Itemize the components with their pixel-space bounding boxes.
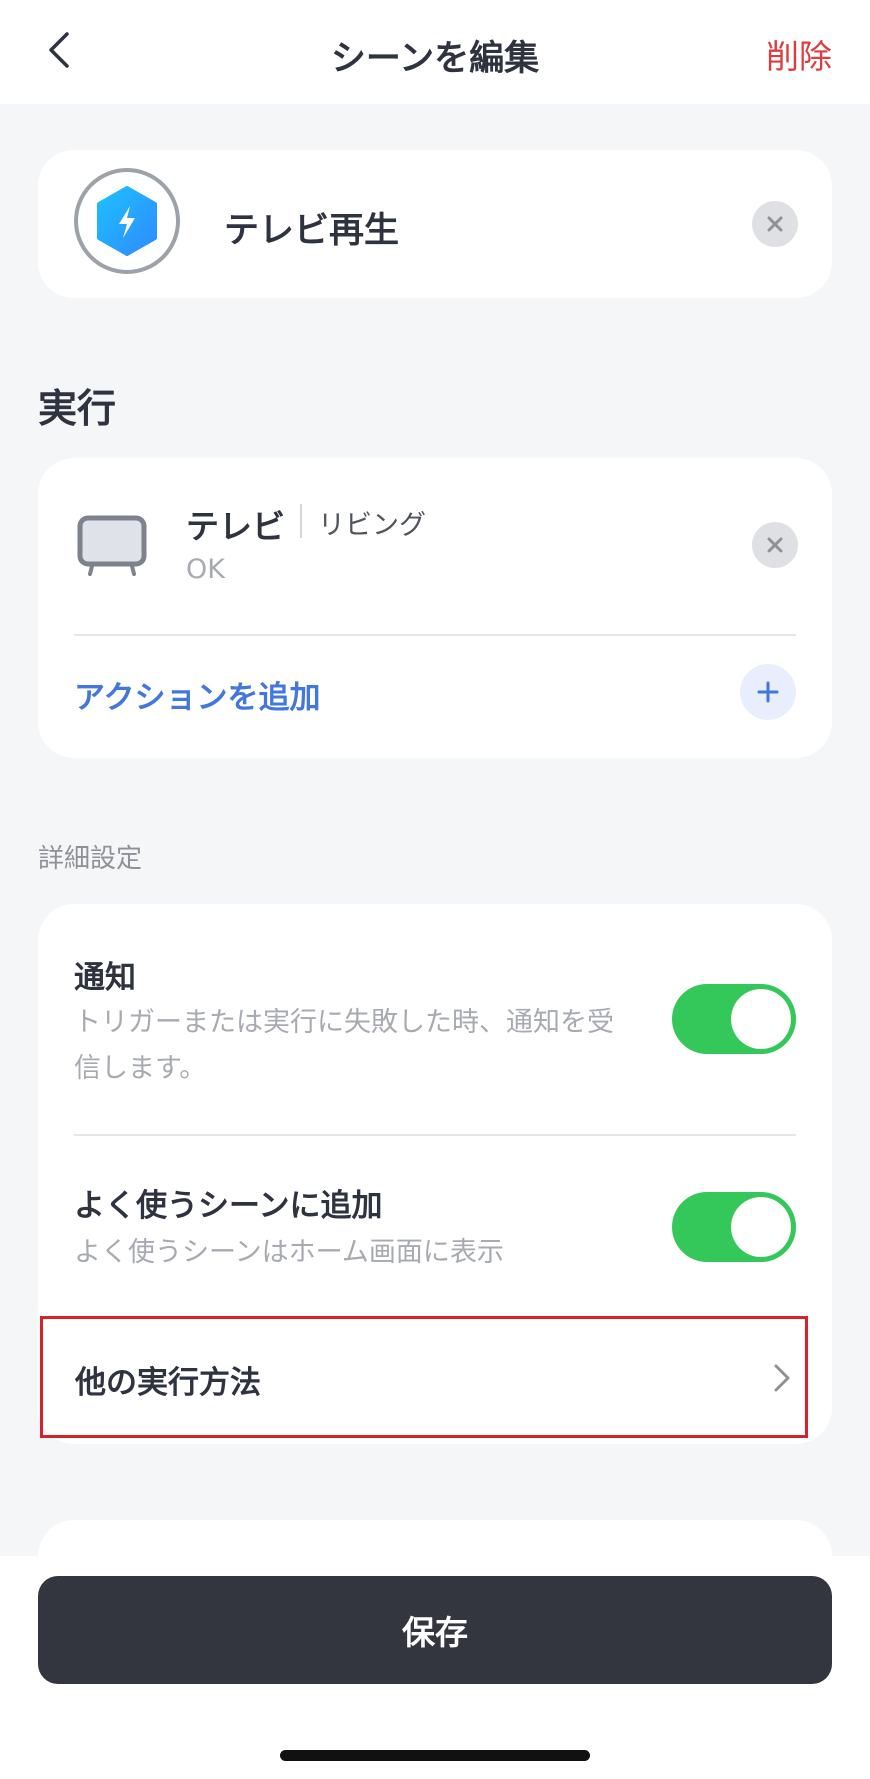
separator bbox=[300, 504, 302, 538]
clear-scene-name-button[interactable] bbox=[752, 201, 798, 247]
advanced-settings-label: 詳細設定 bbox=[38, 844, 143, 874]
favorites-description: よく使うシーンはホーム画面に表示 bbox=[74, 1237, 504, 1268]
action-room-name: リビング bbox=[318, 510, 426, 541]
add-action-link[interactable]: アクションを追加 bbox=[74, 672, 320, 717]
home-indicator bbox=[280, 1750, 590, 1761]
action-item[interactable] bbox=[76, 514, 148, 578]
action-state: OK bbox=[186, 554, 225, 585]
scene-name[interactable]: テレビ再生 bbox=[224, 202, 399, 253]
chevron-right-icon bbox=[774, 1364, 790, 1392]
page-title: シーンを編集 bbox=[330, 39, 540, 79]
close-icon bbox=[767, 537, 783, 553]
delete-button[interactable]: 削除 bbox=[766, 30, 832, 78]
action-device-name: テレビ bbox=[186, 507, 285, 546]
advanced-settings-card: 通知 トリガーまたは実行に失敗した時、通知を受信します。 よく使うシーンに追加 … bbox=[38, 904, 832, 1444]
top-bar: シーンを編集 削除 bbox=[0, 0, 870, 104]
notification-title: 通知 bbox=[74, 960, 136, 996]
notification-toggle[interactable] bbox=[672, 984, 796, 1054]
favorites-title: よく使うシーンに追加 bbox=[74, 1188, 383, 1224]
add-action-button[interactable] bbox=[740, 664, 796, 720]
divider bbox=[74, 1134, 796, 1136]
execution-section-title: 実行 bbox=[38, 387, 117, 432]
tv-icon bbox=[77, 515, 147, 576]
scene-card: テレビ再生 bbox=[38, 150, 832, 298]
remove-action-button[interactable] bbox=[752, 522, 798, 568]
bottom-bar: 保存 bbox=[0, 1556, 870, 1779]
lightning-hexagon-icon bbox=[97, 186, 157, 256]
toggle-knob bbox=[731, 989, 791, 1049]
favorites-toggle[interactable] bbox=[672, 1192, 796, 1262]
scene-icon-button[interactable] bbox=[74, 168, 180, 274]
divider bbox=[74, 634, 796, 636]
other-methods-label: 他の実行方法 bbox=[75, 1365, 261, 1401]
toggle-knob bbox=[731, 1197, 791, 1257]
other-methods-row[interactable]: 他の実行方法 bbox=[40, 1316, 808, 1438]
notification-description: トリガーまたは実行に失敗した時、通知を受信します。 bbox=[74, 1007, 614, 1084]
close-icon bbox=[767, 216, 783, 232]
save-button[interactable]: 保存 bbox=[38, 1576, 832, 1684]
action-card: テレビ リビング OK アクションを追加 bbox=[38, 458, 832, 758]
plus-icon bbox=[757, 681, 779, 703]
